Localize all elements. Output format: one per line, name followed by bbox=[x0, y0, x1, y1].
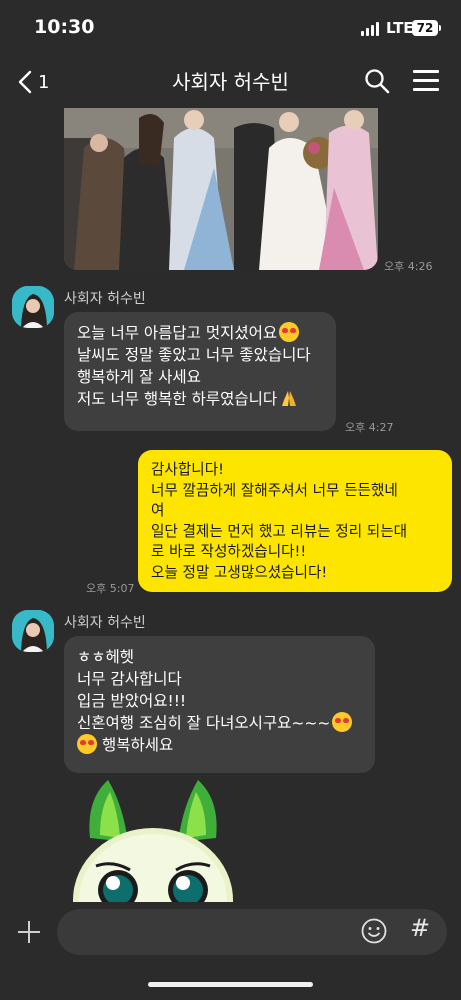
message-line: 감사합니다! bbox=[151, 461, 224, 478]
avatar[interactable] bbox=[12, 286, 54, 328]
hashtag-button[interactable]: # bbox=[410, 914, 430, 942]
plus-icon bbox=[18, 921, 40, 943]
message-line: 일단 결제는 먼저 했고 리뷰는 정리 되는대 bbox=[151, 522, 408, 540]
smiley-icon bbox=[361, 918, 387, 944]
profile-photo bbox=[12, 610, 54, 652]
message-input[interactable] bbox=[57, 909, 447, 955]
photo-message[interactable] bbox=[64, 108, 378, 270]
sender-name: 사회자 허수빈 bbox=[64, 291, 146, 307]
message-line: ㅎㅎ헤헷 bbox=[77, 648, 135, 666]
message-line: 행복하세요 bbox=[77, 734, 362, 756]
input-bar: # bbox=[0, 902, 461, 964]
menu-button[interactable] bbox=[413, 70, 439, 92]
battery-icon: 72 bbox=[412, 20, 438, 36]
heart-eyes-emoji-icon bbox=[332, 712, 353, 732]
message-bubble[interactable]: ㅎㅎ헤헷 너무 감사합니다 입금 받았어요!!! 신혼여행 조심히 잘 다녀오시… bbox=[64, 636, 375, 773]
heart-eyes-emoji-icon bbox=[77, 734, 97, 754]
home-indicator bbox=[148, 982, 313, 987]
message-line: 너무 깔끔하게 잘해주셔서 너무 든든했네 bbox=[151, 481, 398, 499]
network-label: LTE bbox=[386, 19, 414, 37]
message-time: 오후 4:26 bbox=[384, 260, 433, 273]
message-line: 행복하게 잘 사세요 bbox=[77, 368, 201, 386]
message-line: 날씨도 정말 좋았고 너무 좋았습니다 bbox=[77, 346, 311, 364]
hash-icon: # bbox=[410, 914, 431, 942]
message-line: 입금 받았어요!!! bbox=[77, 692, 187, 710]
profile-photo bbox=[12, 286, 54, 328]
wedding-photo bbox=[64, 108, 378, 270]
signal-icon bbox=[361, 22, 381, 36]
message-time: 오후 5:07 bbox=[86, 582, 135, 595]
message-bubble[interactable]: 감사합니다! 너무 깔끔하게 잘해주셔서 너무 든든했네 여 일단 결제는 먼저… bbox=[138, 450, 452, 592]
message-text: 신혼여행 조심히 잘 다녀오시구요~~~ bbox=[77, 714, 331, 732]
clock: 10:30 bbox=[34, 16, 95, 38]
message-text: 오늘 너무 아름답고 멋지셨어요 bbox=[77, 324, 278, 342]
message-line: 신혼여행 조심히 잘 다녀오시구요~~~ bbox=[77, 712, 362, 734]
battery-tip bbox=[439, 25, 441, 31]
search-button[interactable] bbox=[364, 68, 390, 94]
message-text: 행복하세요 bbox=[102, 736, 174, 754]
sender-name: 사회자 허수빈 bbox=[64, 615, 146, 631]
sticker-message[interactable] bbox=[68, 780, 238, 902]
chat-header: 1 사회자 허수빈 bbox=[0, 56, 461, 108]
message-line: 로 바로 작성하겠습니다!! bbox=[151, 543, 307, 560]
message-text: 저도 너무 행복한 하루였습니다 bbox=[77, 390, 278, 408]
battery-level: 72 bbox=[416, 21, 434, 35]
chat-title: 사회자 허수빈 bbox=[172, 70, 289, 94]
emoji-button[interactable] bbox=[361, 918, 387, 944]
character-sticker bbox=[73, 780, 233, 902]
message-bubble[interactable]: 오늘 너무 아름답고 멋지셨어요 날씨도 정말 좋았고 너무 좋았습니다 행복하… bbox=[64, 312, 336, 431]
message-time: 오후 4:27 bbox=[345, 421, 394, 434]
folded-hands-emoji-icon bbox=[282, 391, 297, 406]
message-line: 너무 감사합니다 bbox=[77, 670, 182, 688]
message-line: 여 bbox=[151, 502, 165, 519]
avatar[interactable] bbox=[12, 610, 54, 652]
message-line: 저도 너무 행복한 하루였습니다 bbox=[77, 388, 323, 410]
message-line: 오늘 너무 아름답고 멋지셨어요 bbox=[77, 322, 323, 344]
attach-button[interactable] bbox=[17, 920, 41, 944]
status-bar: 10:30 LTE 72 bbox=[0, 0, 461, 56]
search-icon bbox=[365, 69, 390, 94]
heart-eyes-emoji-icon bbox=[279, 322, 300, 342]
message-line: 오늘 정말 고생많으셨습니다! bbox=[151, 563, 328, 581]
